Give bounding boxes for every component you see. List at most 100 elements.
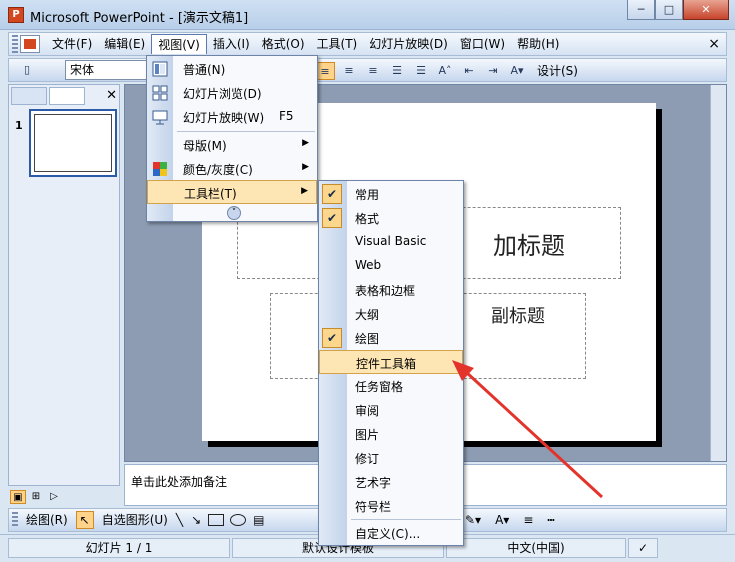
toolbar-task-pane[interactable]: 任务窗格 [319, 374, 463, 398]
submenu-arrow-icon: ▶ [302, 162, 309, 172]
menu-file[interactable]: 文件(F) [46, 34, 98, 54]
design-button[interactable]: 设计(S) [531, 62, 584, 80]
view-menu-dropdown: 普通(N) 幻灯片浏览(D) 幻灯片放映(W) F5 母版(M) ▶ 颜色/灰度… [146, 55, 318, 222]
toolbars-submenu: ✔ 常用 ✔ 格式 Visual Basic Web 表格和边框 大纲 ✔ 绘图… [318, 180, 464, 546]
menu-insert[interactable]: 插入(I) [207, 34, 256, 54]
toolbar-customize[interactable]: 自定义(C)... [319, 521, 463, 545]
new-document-icon[interactable]: ▯ [17, 61, 37, 79]
slides-pane: ✕ 1 [8, 84, 120, 486]
menu-bar: 文件(F) 编辑(E) 视图(V) 插入(I) 格式(O) 工具(T) 幻灯片放… [8, 32, 727, 56]
menu-edit[interactable]: 编辑(E) [98, 34, 151, 54]
toolbar-symbol[interactable]: 符号栏 [319, 494, 463, 518]
menu-view[interactable]: 视图(V) [151, 34, 207, 54]
view-menu-color-grayscale[interactable]: 颜色/灰度(C) ▶ [147, 157, 317, 181]
toolbar-web[interactable]: Web [319, 254, 463, 278]
view-menu-slideshow[interactable]: 幻灯片放映(W) F5 [147, 105, 317, 129]
close-window-button[interactable]: ✕ [683, 0, 729, 20]
bullet-list-icon[interactable]: ☰ [411, 62, 431, 80]
increase-font-icon[interactable]: A˄ [435, 62, 455, 80]
numbered-list-icon[interactable]: ☰ [387, 62, 407, 80]
view-menu-slide-sorter[interactable]: 幻灯片浏览(D) [147, 81, 317, 105]
toolbar-tables-borders[interactable]: 表格和边框 [319, 278, 463, 302]
slide-sorter-icon[interactable]: ⊞ [28, 490, 44, 504]
status-language: 中文(中国) [446, 538, 626, 558]
view-buttons: ▣ ⊞ ▷ [8, 488, 120, 506]
toolbar-label: 表格和边框 [355, 284, 416, 298]
slides-tab[interactable] [49, 87, 85, 105]
increase-indent-icon[interactable]: ⇥ [483, 62, 503, 80]
toolbar-label: 符号栏 [355, 500, 392, 514]
font-name-input[interactable]: 宋体 [65, 60, 153, 80]
rectangle-icon[interactable] [208, 514, 225, 526]
autoshapes-button[interactable]: 自选图形(U) [98, 511, 172, 529]
view-menu-label: 母版(M) [183, 139, 227, 153]
select-cursor-icon[interactable]: ↖ [75, 511, 94, 529]
toolbar-visual-basic[interactable]: Visual Basic [319, 230, 463, 254]
toolbar-picture[interactable]: 图片 [319, 422, 463, 446]
text-color-icon[interactable]: A▾ [491, 511, 513, 529]
line-style-icon[interactable]: ≡ [519, 511, 537, 529]
toolbar-revisions[interactable]: 修订 [319, 446, 463, 470]
view-menu-label: 颜色/灰度(C) [183, 163, 253, 177]
check-icon: ✔ [322, 208, 342, 228]
check-icon: ✔ [322, 328, 342, 348]
normal-view-icon[interactable]: ▣ [10, 490, 26, 504]
toolbar-label: 控件工具箱 [356, 357, 417, 371]
slide-thumbnail[interactable] [29, 109, 117, 177]
align-right-icon[interactable]: ≡ [363, 62, 383, 80]
check-icon: ✔ [322, 184, 342, 204]
document-icon[interactable] [20, 35, 40, 53]
align-center-icon[interactable]: ≡ [339, 62, 359, 80]
draw-menu-button[interactable]: 绘图(R) [22, 511, 72, 529]
maximize-button[interactable]: □ [655, 0, 683, 20]
vertical-scrollbar[interactable] [710, 85, 726, 461]
toolbar-label: 自定义(C)... [355, 527, 421, 541]
menu-help[interactable]: 帮助(H) [511, 34, 565, 54]
textbox-icon[interactable]: ▤ [249, 511, 268, 529]
view-menu-master[interactable]: 母版(M) ▶ [147, 133, 317, 157]
toolbar-grip-icon[interactable] [12, 35, 18, 53]
title-bar: P Microsoft PowerPoint - [演示文稿1] ─ □ ✕ [0, 0, 735, 30]
toolbar-control-toolbox[interactable]: 控件工具箱 [319, 350, 463, 374]
font-color-icon[interactable]: A▾ [507, 62, 527, 80]
toolbar-label: 任务窗格 [355, 380, 404, 394]
toolbar-formatting[interactable]: ✔ 格式 [319, 206, 463, 230]
view-menu-label: 幻灯片放映(W) [183, 111, 265, 125]
view-menu-toolbars[interactable]: 工具栏(T) ▶ [147, 180, 317, 204]
menu-window[interactable]: 窗口(W) [454, 34, 511, 54]
expand-menu-icon[interactable]: ˅ [227, 206, 241, 220]
powerpoint-app-icon[interactable]: P [8, 7, 24, 23]
window-title: Microsoft PowerPoint - [演示文稿1] [30, 11, 249, 26]
outline-tab[interactable] [11, 87, 47, 105]
slide-sorter-icon [152, 85, 168, 101]
spelling-status-icon[interactable]: ✓ [628, 538, 658, 558]
submenu-arrow-icon: ▶ [301, 186, 308, 196]
toolbar-standard[interactable]: ✔ 常用 [319, 182, 463, 206]
toolbar-reviewing[interactable]: 审阅 [319, 398, 463, 422]
oval-icon[interactable] [230, 514, 247, 526]
decrease-indent-icon[interactable]: ⇤ [459, 62, 479, 80]
view-menu-normal[interactable]: 普通(N) [147, 57, 317, 81]
slideshow-view-icon[interactable]: ▷ [46, 490, 62, 504]
toolbar-label: Visual Basic [355, 234, 427, 248]
minimize-button[interactable]: ─ [627, 0, 655, 20]
slide-number: 1 [15, 119, 23, 132]
normal-view-icon [152, 61, 168, 77]
dash-style-icon[interactable]: ┅ [543, 511, 558, 529]
arrow-icon[interactable]: ↘ [187, 511, 205, 529]
line-color-icon[interactable]: ✎▾ [461, 511, 485, 529]
toolbar-label: 审阅 [355, 404, 380, 418]
toolbar-drawing[interactable]: ✔ 绘图 [319, 326, 463, 350]
toolbar-outline[interactable]: 大纲 [319, 302, 463, 326]
drawbar-grip-icon[interactable] [12, 512, 18, 528]
toolbar-wordart[interactable]: 艺术字 [319, 470, 463, 494]
view-menu-label: 普通(N) [183, 63, 226, 77]
line-icon[interactable]: ╲ [172, 511, 187, 529]
menu-format[interactable]: 格式(O) [256, 34, 311, 54]
close-pane-icon[interactable]: ✕ [106, 87, 117, 107]
align-left-icon[interactable]: ≡ [315, 62, 335, 80]
menu-slideshow[interactable]: 幻灯片放映(D) [363, 34, 454, 54]
close-document-button[interactable]: × [708, 36, 720, 52]
menu-tools[interactable]: 工具(T) [311, 34, 364, 54]
view-menu-label: 幻灯片浏览(D) [183, 87, 262, 101]
